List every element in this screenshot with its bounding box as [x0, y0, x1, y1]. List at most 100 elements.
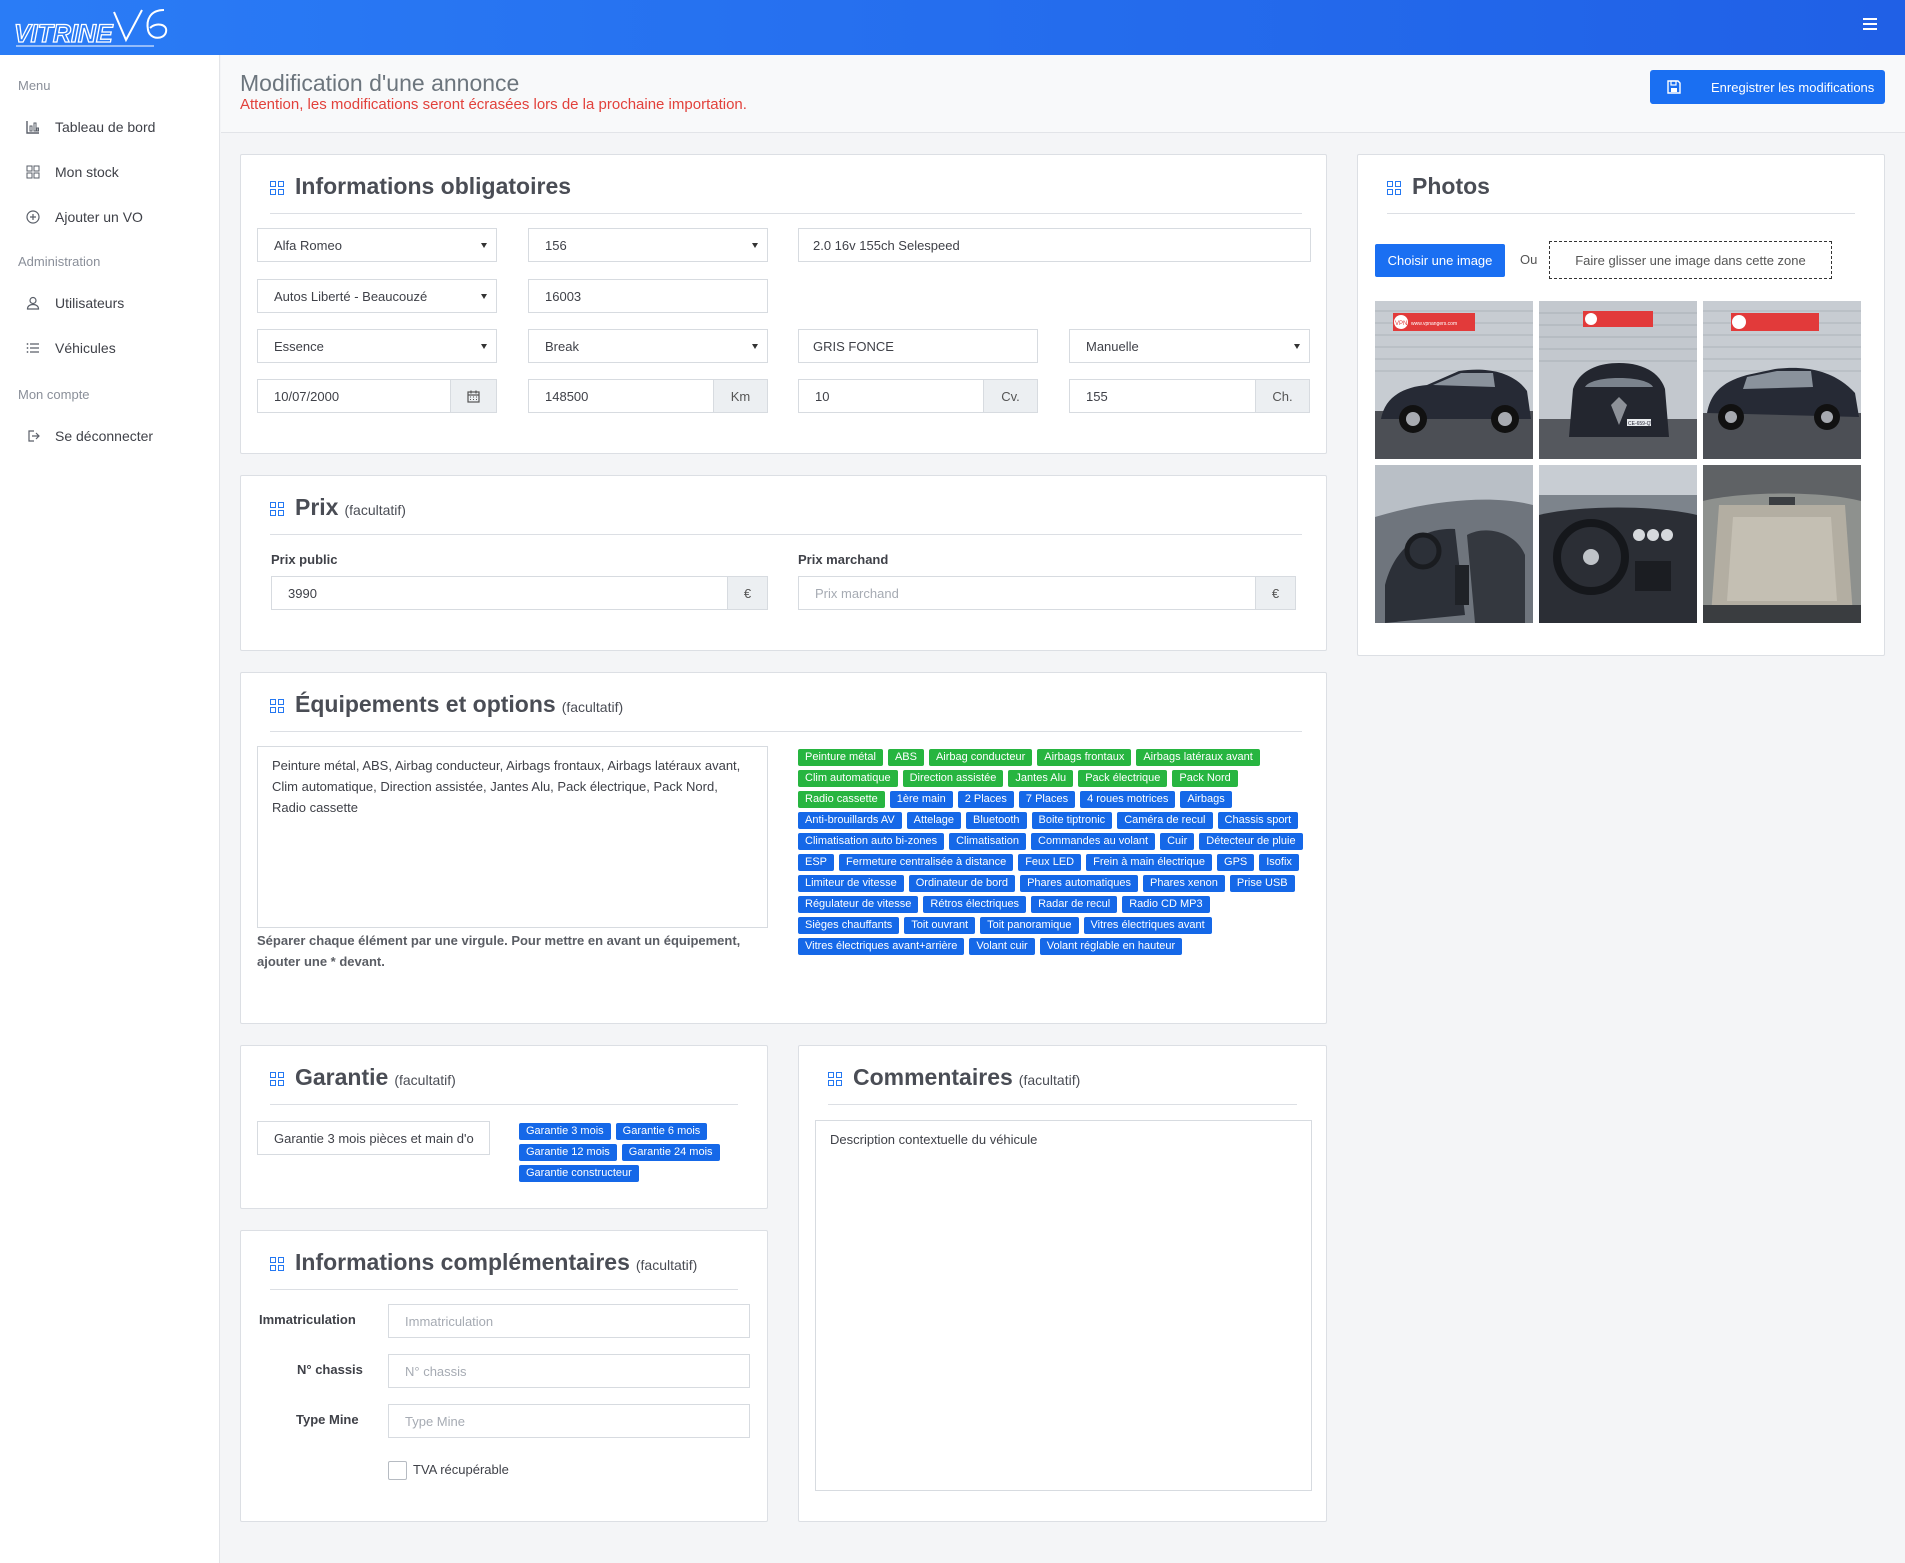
public-price-input[interactable]: 3990 €	[271, 576, 768, 610]
sidebar-item-users[interactable]: Utilisateurs	[24, 288, 124, 318]
fiscal-power-unit: Cv.	[983, 380, 1037, 412]
comments-textarea[interactable]: Description contextuelle du véhicule	[815, 1120, 1312, 1491]
photo-thumbnail[interactable]	[1539, 465, 1697, 623]
sidebar-item-dashboard[interactable]: Tableau de bord	[24, 112, 155, 142]
tag-chip[interactable]: Boite tiptronic	[1031, 812, 1113, 829]
dealer-select[interactable]: Autos Liberté - Beaucouzé	[257, 279, 497, 313]
brand-select[interactable]: Alfa Romeo	[257, 228, 497, 262]
photo-thumbnail[interactable]	[1703, 465, 1861, 623]
tag-chip[interactable]: Sièges chauffants	[798, 917, 900, 934]
mileage-input[interactable]: 148500 Km	[528, 379, 768, 413]
tag-chip[interactable]: Phares xenon	[1143, 875, 1225, 892]
photo-thumbnail[interactable]: VPN www.vpnangers.com	[1375, 301, 1533, 459]
tag-chip[interactable]: Détecteur de pluie	[1199, 833, 1303, 850]
tag-chip[interactable]: 2 Places	[957, 791, 1014, 808]
tag-chip[interactable]: Caméra de recul	[1117, 812, 1213, 829]
tag-chip[interactable]: GPS	[1217, 854, 1255, 871]
sidebar-item-label: Mon stock	[55, 164, 119, 180]
chassis-input[interactable]: N° chassis	[388, 1354, 750, 1388]
calendar-icon[interactable]	[450, 380, 496, 412]
tag-chip[interactable]: Peinture métal	[798, 749, 883, 766]
tag-chip[interactable]: Direction assistée	[902, 770, 1004, 787]
tag-chip[interactable]: Prise USB	[1229, 875, 1295, 892]
warranty-input[interactable]: Garantie 3 mois pièces et main d'o	[257, 1121, 490, 1155]
tag-chip[interactable]: Pack Nord	[1172, 770, 1238, 787]
tag-chip[interactable]: 7 Places	[1018, 791, 1076, 808]
tag-chip[interactable]: Garantie 3 mois	[519, 1123, 611, 1140]
immat-placeholder: Immatriculation	[405, 1313, 494, 1329]
tag-chip[interactable]: Phares automatiques	[1020, 875, 1139, 892]
body-select[interactable]: Break	[528, 329, 768, 363]
tag-chip[interactable]: ABS	[887, 749, 924, 766]
tag-chip[interactable]: Frein à main électrique	[1086, 854, 1213, 871]
tag-chip[interactable]: Jantes Alu	[1008, 770, 1074, 787]
tag-chip[interactable]: Attelage	[906, 812, 962, 829]
tag-chip[interactable]: Garantie 12 mois	[519, 1144, 617, 1161]
photo-thumbnail[interactable]	[1375, 465, 1533, 623]
tag-chip[interactable]: ESP	[798, 854, 835, 871]
tag-chip[interactable]: Climatisation	[949, 833, 1027, 850]
sidebar-item-vehicles[interactable]: Véhicules	[24, 333, 116, 363]
tag-chip[interactable]: 1ère main	[889, 791, 953, 808]
tag-chip[interactable]: Vitres électriques avant+arrière	[798, 938, 965, 955]
tag-chip[interactable]: Radar de recul	[1031, 896, 1118, 913]
tag-chip[interactable]: Cuir	[1160, 833, 1195, 850]
color-input[interactable]: GRIS FONCE	[798, 329, 1038, 363]
model-select[interactable]: 156	[528, 228, 768, 262]
sidebar-item-add-vo[interactable]: Ajouter un VO	[24, 202, 143, 232]
mine-type-input[interactable]: Type Mine	[388, 1404, 750, 1438]
vitrine-logo[interactable]: VITRINE	[14, 6, 172, 50]
tag-chip[interactable]: Bluetooth	[966, 812, 1027, 829]
version-input[interactable]: 2.0 16v 155ch Selespeed	[798, 228, 1311, 262]
gearbox-select[interactable]: Manuelle	[1069, 329, 1310, 363]
merchant-price-input[interactable]: Prix marchand €	[798, 576, 1296, 610]
tag-chip[interactable]: Radio CD MP3	[1122, 896, 1210, 913]
save-button[interactable]: Enregistrer les modifications	[1650, 70, 1885, 104]
tag-chip[interactable]: Clim automatique	[798, 770, 898, 787]
photo-thumbnail[interactable]	[1703, 301, 1861, 459]
equipment-textarea[interactable]: Peinture métal, ABS, Airbag conducteur, …	[257, 746, 768, 928]
tag-chip[interactable]: Fermeture centralisée à distance	[839, 854, 1014, 871]
tag-chip[interactable]: Volant réglable en hauteur	[1039, 938, 1183, 955]
tag-chip[interactable]: Garantie 6 mois	[615, 1123, 708, 1140]
tag-chip[interactable]: Airbags latéraux avant	[1136, 749, 1260, 766]
fiscal-power-input[interactable]: 10 Cv.	[798, 379, 1038, 413]
image-dropzone[interactable]: Faire glisser une image dans cette zone	[1549, 241, 1832, 279]
tag-chip[interactable]: Garantie 24 mois	[621, 1144, 720, 1161]
photo-thumbnail[interactable]: CE-659-QV	[1539, 301, 1697, 459]
sidebar-item-logout[interactable]: Se déconnecter	[24, 421, 153, 451]
tag-chip[interactable]: Garantie constructeur	[519, 1165, 639, 1182]
tag-chip[interactable]: Airbags frontaux	[1037, 749, 1132, 766]
tag-chip[interactable]: Airbags	[1180, 791, 1232, 808]
tag-chip[interactable]: Toit panoramique	[980, 917, 1079, 934]
tag-chip[interactable]: Airbag conducteur	[928, 749, 1033, 766]
zip-input[interactable]: 16003	[528, 279, 768, 313]
card-title: Photos	[1387, 173, 1490, 200]
tag-chip[interactable]: Ordinateur de bord	[908, 875, 1016, 892]
chassis-placeholder: N° chassis	[405, 1363, 467, 1379]
tag-chip[interactable]: Régulateur de vitesse	[798, 896, 919, 913]
tag-chip[interactable]: Feux LED	[1018, 854, 1082, 871]
tag-chip[interactable]: Anti-brouillards AV	[798, 812, 902, 829]
choose-image-button[interactable]: Choisir une image	[1375, 244, 1505, 277]
tag-chip[interactable]: Pack électrique	[1078, 770, 1168, 787]
tag-chip[interactable]: Volant cuir	[969, 938, 1035, 955]
tag-chip[interactable]: 4 roues motrices	[1080, 791, 1176, 808]
tag-chip[interactable]: Radio cassette	[798, 791, 885, 808]
power-input[interactable]: 155 Ch.	[1069, 379, 1310, 413]
menu-toggle-icon[interactable]	[1863, 18, 1877, 32]
tag-chip[interactable]: Climatisation auto bi-zones	[798, 833, 945, 850]
tag-chip[interactable]: Rétros électriques	[923, 896, 1027, 913]
tag-chip[interactable]: Chassis sport	[1217, 812, 1299, 829]
tag-chip[interactable]: Isofix	[1259, 854, 1299, 871]
fuel-select[interactable]: Essence	[257, 329, 497, 363]
tag-chip[interactable]: Toit ouvrant	[904, 917, 976, 934]
vat-checkbox[interactable]	[388, 1461, 407, 1480]
tag-chip[interactable]: Commandes au volant	[1031, 833, 1156, 850]
sidebar-item-stock[interactable]: Mon stock	[24, 157, 119, 187]
immat-input[interactable]: Immatriculation	[388, 1304, 750, 1338]
plus-circle-icon	[24, 208, 42, 226]
date-input[interactable]: 10/07/2000	[257, 379, 497, 413]
tag-chip[interactable]: Limiteur de vitesse	[798, 875, 904, 892]
tag-chip[interactable]: Vitres électriques avant	[1083, 917, 1212, 934]
